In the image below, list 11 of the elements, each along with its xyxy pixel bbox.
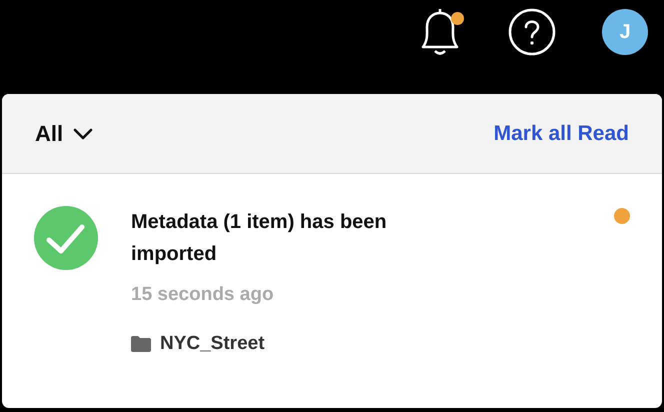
notification-time: 15 seconds ago (131, 283, 275, 307)
folder-icon (131, 336, 151, 352)
folder-name: NYC_Street (160, 332, 265, 356)
notification-item[interactable]: Metadata (1 item) has been imported 15 seconds ago NYC_Street (2, 174, 662, 358)
mark-all-read-link[interactable]: Mark all Read (494, 118, 629, 150)
help-button[interactable] (508, 8, 556, 56)
help-icon (508, 8, 556, 56)
filter-dropdown[interactable]: All (35, 117, 94, 150)
success-check-icon (34, 206, 98, 270)
notification-title: Metadata (1 item) has been imported (131, 210, 388, 267)
chevron-down-icon (73, 128, 94, 140)
